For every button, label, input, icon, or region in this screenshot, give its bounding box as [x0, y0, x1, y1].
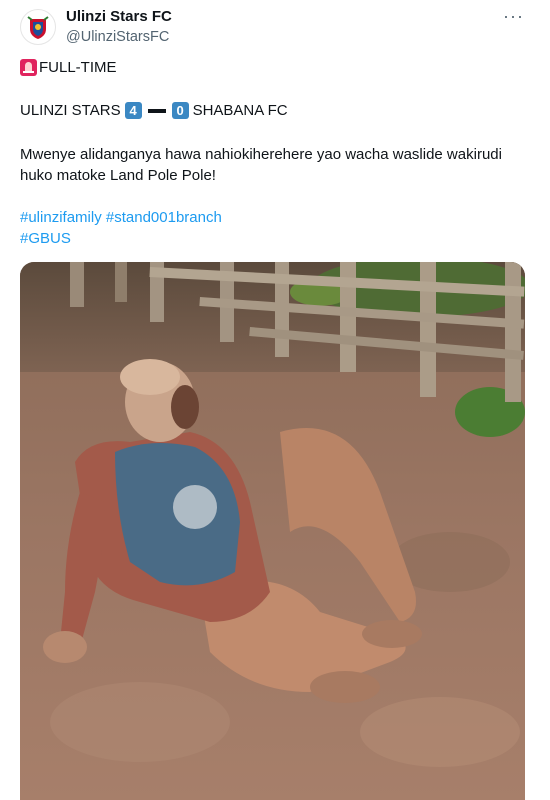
- tweet-message: Mwenye alidanganya hawa nahiokiherehere …: [20, 146, 502, 184]
- hashtag-link[interactable]: #GBUS: [20, 230, 71, 247]
- home-team: ULINZI STARS: [20, 102, 121, 119]
- hashtag-link[interactable]: #ulinzifamily: [20, 209, 102, 226]
- home-score-badge: 4: [124, 102, 142, 119]
- tweet-card: Ulinzi Stars FC @UlinziStarsFC ··· FULL-…: [0, 0, 550, 800]
- account-names: Ulinzi Stars FC @UlinziStarsFC: [66, 8, 172, 46]
- club-crest-icon: [22, 11, 54, 43]
- account-handle[interactable]: @UlinziStarsFC: [66, 28, 172, 46]
- avatar[interactable]: [20, 9, 56, 45]
- status-line: FULL-TIME: [20, 57, 117, 78]
- siren-icon: [20, 59, 37, 76]
- away-score-badge: 0: [171, 102, 189, 119]
- hashtags: #ulinzifamily #stand001branch #GBUS: [20, 207, 222, 249]
- more-icon[interactable]: ···: [503, 6, 524, 27]
- away-team: SHABANA FC: [192, 102, 288, 119]
- score-line: ULINZI STARS 4 0 SHABANA FC: [20, 100, 288, 121]
- tweet-photo[interactable]: [20, 262, 525, 800]
- display-name[interactable]: Ulinzi Stars FC: [66, 8, 172, 26]
- hashtag-link[interactable]: #stand001branch: [106, 209, 222, 226]
- dash-icon: [147, 108, 166, 113]
- photo-man-in-mud: [20, 262, 525, 800]
- status-text: FULL-TIME: [39, 59, 117, 76]
